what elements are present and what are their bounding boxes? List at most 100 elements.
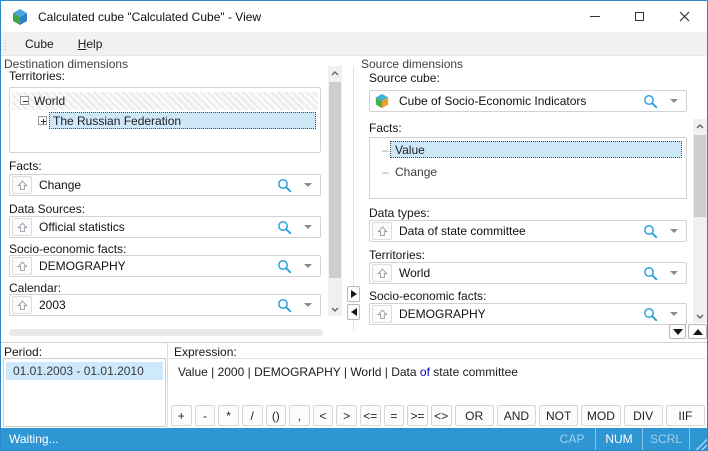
operator-button[interactable]: <= bbox=[360, 405, 381, 426]
operator-button[interactable]: - bbox=[195, 405, 216, 426]
operator-button[interactable]: + bbox=[171, 405, 192, 426]
minimize-button[interactable] bbox=[572, 1, 617, 32]
search-icon[interactable] bbox=[643, 224, 658, 239]
period-list[interactable]: 01.01.2003 - 01.01.2010 bbox=[3, 358, 166, 427]
status-bar: Waiting... CAP NUM SCRL bbox=[1, 428, 707, 450]
splitter-expand-right-button[interactable] bbox=[347, 286, 360, 302]
src-socio-facts-value: DEMOGRAPHY bbox=[399, 307, 643, 321]
leaf-dash-icon: – bbox=[382, 165, 389, 179]
calendar-label: Calendar: bbox=[9, 281, 61, 295]
bottom-panel: Period: 01.01.2003 - 01.01.2010 Expressi… bbox=[1, 342, 707, 428]
scroll-thumb[interactable] bbox=[694, 135, 706, 217]
src-socio-facts-combo[interactable]: DEMOGRAPHY bbox=[369, 303, 687, 325]
menu-item-help[interactable]: Help bbox=[66, 32, 115, 55]
operator-button[interactable]: NOT bbox=[539, 405, 578, 426]
status-message: Waiting... bbox=[1, 432, 59, 446]
data-types-combo[interactable]: Data of state committee bbox=[369, 220, 687, 242]
right-vertical-scrollbar[interactable] bbox=[693, 119, 707, 323]
fact-arrow-up-icon bbox=[12, 176, 32, 194]
tree-item-world[interactable]: World bbox=[12, 92, 318, 110]
scroll-down-button[interactable] bbox=[328, 302, 342, 316]
chevron-down-icon[interactable] bbox=[304, 183, 312, 187]
chevron-down-icon[interactable] bbox=[304, 264, 312, 268]
data-sources-value: Official statistics bbox=[39, 220, 277, 234]
data-types-value: Data of state committee bbox=[399, 224, 643, 238]
operator-button[interactable]: OR bbox=[455, 405, 494, 426]
operator-button[interactable]: <> bbox=[431, 405, 452, 426]
chevron-down-icon[interactable] bbox=[670, 99, 678, 103]
chevron-down-icon bbox=[331, 307, 339, 312]
panel-expand-up-button[interactable] bbox=[688, 324, 707, 339]
triangle-right-icon bbox=[351, 290, 357, 298]
scroll-thumb[interactable] bbox=[329, 82, 341, 278]
splitter-collapse-left-button[interactable] bbox=[347, 304, 360, 320]
search-icon[interactable] bbox=[643, 266, 658, 281]
tree-collapse-toggle[interactable] bbox=[20, 96, 29, 105]
operator-toolbar: + - * / () , < > <= = >= <> OR AND NOT M… bbox=[171, 405, 705, 426]
search-icon[interactable] bbox=[643, 307, 658, 322]
operator-button[interactable]: >= bbox=[407, 405, 428, 426]
data-sources-label: Data Sources: bbox=[9, 202, 85, 216]
panel-collapse-down-button[interactable] bbox=[669, 324, 686, 339]
indicator-cap: CAP bbox=[549, 432, 595, 446]
search-icon[interactable] bbox=[277, 178, 292, 193]
src-territories-label: Territories: bbox=[369, 248, 425, 262]
resize-grip[interactable] bbox=[692, 435, 707, 450]
menubar: Cube Help bbox=[1, 32, 707, 56]
scroll-up-button[interactable] bbox=[693, 119, 707, 133]
close-icon bbox=[679, 11, 690, 22]
src-territories-value: World bbox=[399, 266, 643, 280]
list-item-change[interactable]: – Change bbox=[372, 163, 684, 181]
list-item-label: Value bbox=[390, 141, 682, 158]
operator-button[interactable]: , bbox=[289, 405, 310, 426]
search-icon[interactable] bbox=[277, 259, 292, 274]
expression-editor[interactable]: Value | 2000 | DEMOGRAPHY | World | Data… bbox=[169, 358, 707, 403]
period-label: Period: bbox=[4, 345, 42, 359]
tree-expand-toggle[interactable] bbox=[38, 116, 47, 125]
fact-arrow-up-icon bbox=[372, 222, 392, 240]
menu-item-cube[interactable]: Cube bbox=[13, 32, 66, 55]
operator-button[interactable]: = bbox=[384, 405, 405, 426]
list-item-value[interactable]: – Value bbox=[372, 141, 684, 159]
search-icon[interactable] bbox=[277, 220, 292, 235]
close-button[interactable] bbox=[662, 1, 707, 32]
left-vertical-scrollbar[interactable] bbox=[328, 66, 342, 316]
indicator-num: NUM bbox=[596, 432, 642, 446]
minimize-icon bbox=[590, 16, 600, 17]
search-icon[interactable] bbox=[643, 94, 658, 109]
chevron-down-icon bbox=[696, 314, 704, 319]
source-cube-value: Cube of Socio-Economic Indicators bbox=[399, 94, 643, 108]
operator-button[interactable]: * bbox=[218, 405, 239, 426]
source-cube-combo[interactable]: Cube of Socio-Economic Indicators bbox=[369, 90, 687, 112]
operator-button[interactable]: () bbox=[266, 405, 287, 426]
facts-combo[interactable]: Change bbox=[9, 174, 321, 196]
chevron-down-icon[interactable] bbox=[304, 225, 312, 229]
operator-button[interactable]: IIF bbox=[666, 405, 705, 426]
period-item[interactable]: 01.01.2003 - 01.01.2010 bbox=[6, 362, 163, 380]
chevron-down-icon[interactable] bbox=[304, 303, 312, 307]
operator-button[interactable]: < bbox=[313, 405, 334, 426]
chevron-down-icon[interactable] bbox=[670, 312, 678, 316]
operator-button[interactable]: MOD bbox=[581, 405, 620, 426]
socio-facts-combo[interactable]: DEMOGRAPHY bbox=[9, 255, 321, 277]
facts-value: Change bbox=[39, 178, 277, 192]
chevron-down-icon[interactable] bbox=[670, 271, 678, 275]
maximize-icon bbox=[635, 12, 644, 21]
left-horizontal-scrollbar[interactable] bbox=[9, 329, 323, 336]
scroll-down-button[interactable] bbox=[693, 309, 707, 323]
operator-button[interactable]: > bbox=[336, 405, 357, 426]
calendar-combo[interactable]: 2003 bbox=[9, 294, 321, 316]
operator-button[interactable]: / bbox=[242, 405, 263, 426]
operator-button[interactable]: DIV bbox=[624, 405, 663, 426]
fact-arrow-up-icon bbox=[12, 296, 32, 314]
titlebar[interactable]: Calculated cube "Calculated Cube" - View bbox=[1, 1, 707, 32]
data-sources-combo[interactable]: Official statistics bbox=[9, 216, 321, 238]
operator-button[interactable]: AND bbox=[497, 405, 536, 426]
scroll-up-button[interactable] bbox=[328, 66, 342, 80]
chevron-down-icon[interactable] bbox=[670, 229, 678, 233]
search-icon[interactable] bbox=[277, 298, 292, 313]
src-territories-combo[interactable]: World bbox=[369, 262, 687, 284]
tree-item-russian-federation[interactable]: The Russian Federation bbox=[12, 112, 318, 130]
maximize-button[interactable] bbox=[617, 1, 662, 32]
keyboard-indicators: CAP NUM SCRL bbox=[549, 428, 707, 450]
